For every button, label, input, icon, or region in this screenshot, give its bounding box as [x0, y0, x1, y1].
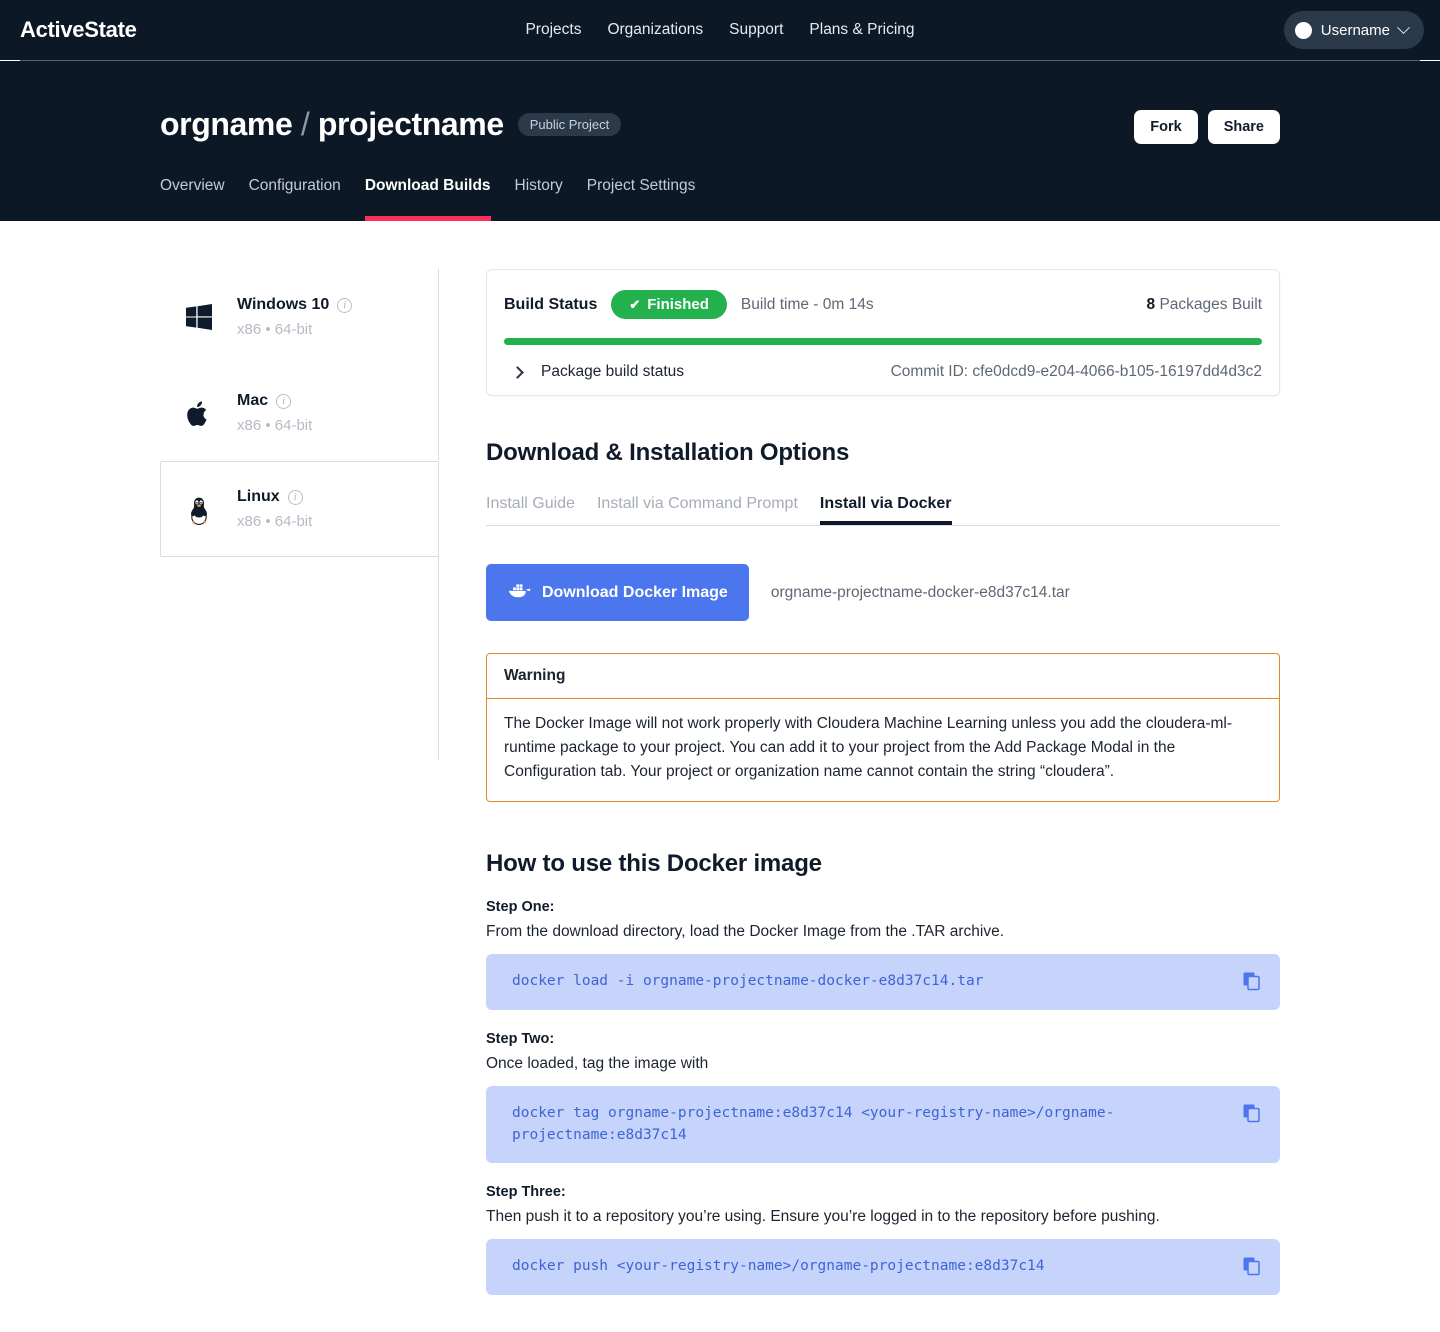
build-status-badge: ✔ Finished — [611, 290, 727, 319]
build-status-state: Finished — [647, 296, 709, 313]
docker-whale-icon — [507, 581, 531, 604]
status-badge: Public Project — [517, 113, 622, 136]
command-text: docker load -i orgname-projectname-docke… — [512, 973, 984, 990]
copy-icon[interactable] — [1242, 1103, 1262, 1123]
download-docker-image-button[interactable]: Download Docker Image — [486, 564, 749, 621]
breadcrumb-separator: / — [300, 106, 310, 142]
global-header: ActiveState Projects Organizations Suppo… — [0, 0, 1440, 60]
build-status-label: Build Status — [504, 295, 598, 313]
project-name[interactable]: projectname — [318, 106, 504, 142]
check-icon: ✔ — [629, 297, 641, 312]
tab-configuration[interactable]: Configuration — [249, 177, 341, 221]
commit-id: Commit ID: cfe0dcd9-e204-4066-b105-16197… — [890, 363, 1262, 380]
step-label: Step One: — [486, 899, 555, 916]
chevron-right-icon[interactable] — [511, 365, 524, 379]
platform-sidebar: Windows 10 i x86 • 64-bit Mac i x86 • 64… — [160, 269, 439, 1295]
build-time: Build time - 0m 14s — [740, 295, 874, 313]
warning-text: The Docker Image will not work properly … — [504, 715, 1232, 781]
tab-overview[interactable]: Overview — [160, 177, 225, 221]
user-menu-label: Username — [1320, 21, 1390, 39]
user-menu-button[interactable]: Username — [1283, 11, 1424, 49]
download-section-heading: Download & Installation Options — [486, 439, 850, 466]
sidebar-item-mac[interactable]: Mac i x86 • 64-bit — [160, 365, 439, 461]
project-header: orgname / projectname Public Project For… — [0, 61, 1440, 221]
packages-count: 8 — [1146, 295, 1156, 313]
tab-install-command-prompt[interactable]: Install via Command Prompt — [597, 495, 798, 525]
tab-project-settings[interactable]: Project Settings — [587, 177, 696, 221]
sidebar-item-linux[interactable]: Linux i x86 • 64-bit — [160, 461, 439, 557]
step-description: Then push it to a repository you’re usin… — [486, 1208, 1160, 1226]
windows-logo-icon — [183, 296, 215, 330]
main-content: Build Status ✔ Finished Build time - 0m … — [439, 269, 1280, 1296]
step-description: From the download directory, load the Do… — [486, 923, 1005, 941]
sidebar-item-label: Linux — [237, 488, 280, 505]
step-three: Step Three: Then push it to a repository… — [486, 1184, 1280, 1296]
info-icon[interactable]: i — [337, 297, 353, 313]
command-block[interactable]: docker load -i orgname-projectname-docke… — [486, 954, 1280, 1010]
sidebar-item-arch: x86 • 64-bit — [237, 513, 313, 530]
project-org-name[interactable]: orgname — [160, 106, 293, 142]
sidebar-item-label: Windows 10 — [237, 296, 330, 313]
command-text: docker push <your-registry-name>/orgname… — [512, 1258, 1045, 1275]
step-two: Step Two: Once loaded, tag the image wit… — [486, 1031, 1280, 1164]
warning-title: Warning — [487, 654, 1279, 699]
project-tabs: Overview Configuration Download Builds H… — [160, 177, 695, 221]
step-label: Step Three: — [486, 1184, 566, 1201]
build-progress-bar — [504, 338, 1262, 345]
sidebar-divider-bottom — [438, 556, 439, 760]
packages-built-label: Packages Built — [1159, 295, 1262, 313]
copy-icon[interactable] — [1242, 971, 1262, 991]
share-button[interactable]: Share — [1207, 110, 1280, 144]
nav-item-projects[interactable]: Projects — [525, 21, 581, 39]
chevron-down-icon — [1397, 20, 1410, 34]
tab-history[interactable]: History — [515, 177, 563, 221]
apple-logo-icon — [183, 392, 215, 428]
sidebar-item-label: Mac — [237, 392, 269, 409]
warning-callout: Warning The Docker Image will not work p… — [486, 653, 1280, 803]
info-icon[interactable]: i — [276, 393, 292, 409]
project-header-actions: Fork Share — [1134, 110, 1280, 144]
step-description: Once loaded, tag the image with — [486, 1054, 709, 1072]
info-icon[interactable]: i — [287, 489, 303, 505]
download-row: Download Docker Image orgname-projectnam… — [486, 564, 1280, 621]
tab-install-guide[interactable]: Install Guide — [486, 495, 575, 525]
packages-built: 8 Packages Built — [1147, 296, 1262, 314]
package-build-status-row[interactable]: Package build status Commit ID: cfe0dcd9… — [504, 363, 1262, 381]
nav-item-plans-pricing[interactable]: Plans & Pricing — [809, 21, 914, 39]
linux-penguin-icon — [183, 488, 215, 526]
download-docker-image-label: Download Docker Image — [542, 583, 728, 601]
step-one: Step One: From the download directory, l… — [486, 899, 1280, 1010]
sidebar-item-windows[interactable]: Windows 10 i x86 • 64-bit — [160, 269, 439, 365]
brand-logo[interactable]: ActiveState — [20, 17, 137, 43]
step-label: Step Two: — [486, 1030, 555, 1047]
download-filename: orgname-projectname-docker-e8d37c14.tar — [770, 583, 1070, 601]
page-title: orgname / projectname Public Project — [160, 106, 1280, 143]
tab-download-builds[interactable]: Download Builds — [364, 177, 491, 221]
fork-button[interactable]: Fork — [1134, 110, 1198, 144]
nav-item-organizations[interactable]: Organizations — [607, 21, 703, 39]
tab-install-docker[interactable]: Install via Docker — [820, 495, 952, 525]
build-status-card: Build Status ✔ Finished Build time - 0m … — [486, 269, 1280, 396]
command-text: docker tag orgname-projectname:e8d37c14 … — [512, 1104, 1115, 1143]
sidebar-item-arch: x86 • 64-bit — [237, 321, 313, 338]
user-avatar-circle-icon — [1294, 21, 1312, 39]
nav-item-support[interactable]: Support — [729, 21, 783, 39]
install-tabs: Install Guide Install via Command Prompt… — [486, 495, 1280, 526]
global-nav: Projects Organizations Support Plans & P… — [0, 21, 1440, 39]
sidebar-item-arch: x86 • 64-bit — [237, 417, 313, 434]
page-body: Windows 10 i x86 • 64-bit Mac i x86 • 64… — [160, 221, 1280, 1296]
sidebar-divider-top — [438, 269, 439, 460]
copy-icon[interactable] — [1242, 1256, 1262, 1276]
command-block[interactable]: docker tag orgname-projectname:e8d37c14 … — [486, 1085, 1280, 1164]
howto-heading: How to use this Docker image — [486, 850, 822, 878]
package-build-status-label: Package build status — [541, 363, 685, 380]
command-block[interactable]: docker push <your-registry-name>/orgname… — [486, 1239, 1280, 1296]
